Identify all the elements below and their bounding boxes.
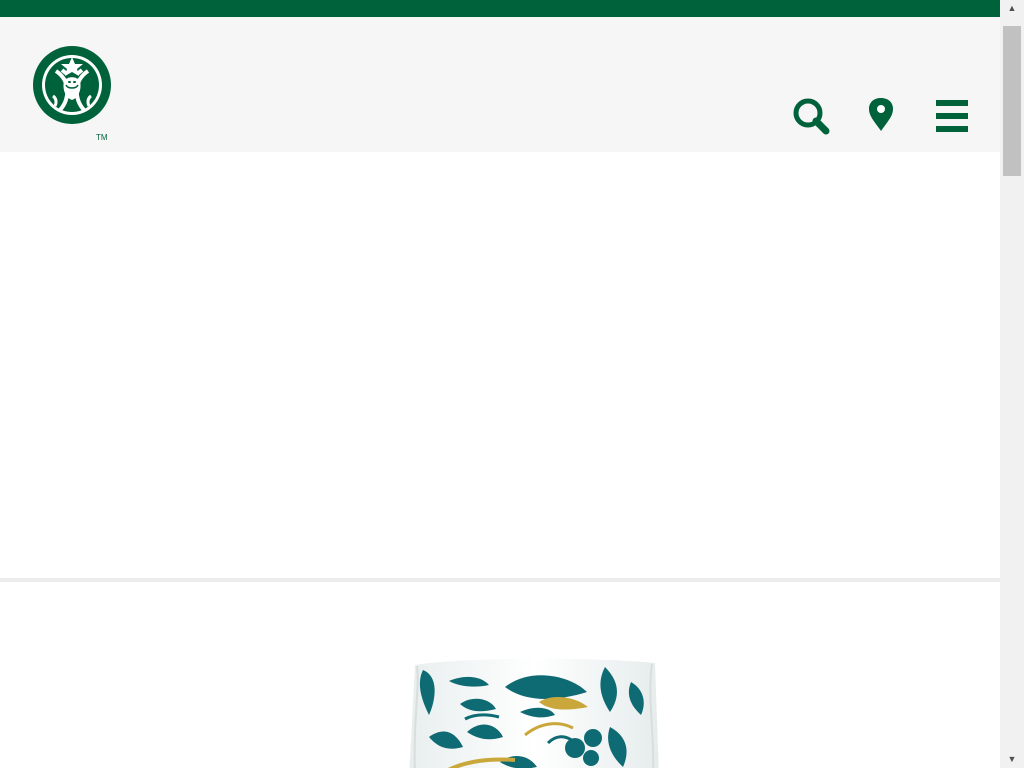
trademark-mark: TM — [96, 133, 108, 142]
site-header: TM — [0, 17, 1000, 152]
search-button[interactable] — [791, 96, 831, 136]
hero-section — [0, 152, 1000, 578]
search-icon — [793, 98, 830, 135]
scroll-up-arrow-icon[interactable]: ▲ — [1000, 0, 1024, 17]
top-brand-bar — [0, 0, 1000, 17]
scrollbar-thumb[interactable] — [1003, 26, 1021, 176]
starbucks-logo-icon[interactable] — [31, 43, 113, 127]
hamburger-menu-icon — [936, 100, 968, 132]
coffee-bag-image[interactable] — [405, 657, 665, 768]
vertical-scrollbar[interactable]: ▲ ▼ — [1000, 0, 1024, 768]
store-locator-button[interactable] — [861, 96, 901, 136]
location-pin-icon — [869, 98, 893, 131]
main-menu-button[interactable] — [932, 96, 972, 136]
product-section — [0, 582, 1000, 768]
scroll-down-arrow-icon[interactable]: ▼ — [1000, 751, 1024, 768]
